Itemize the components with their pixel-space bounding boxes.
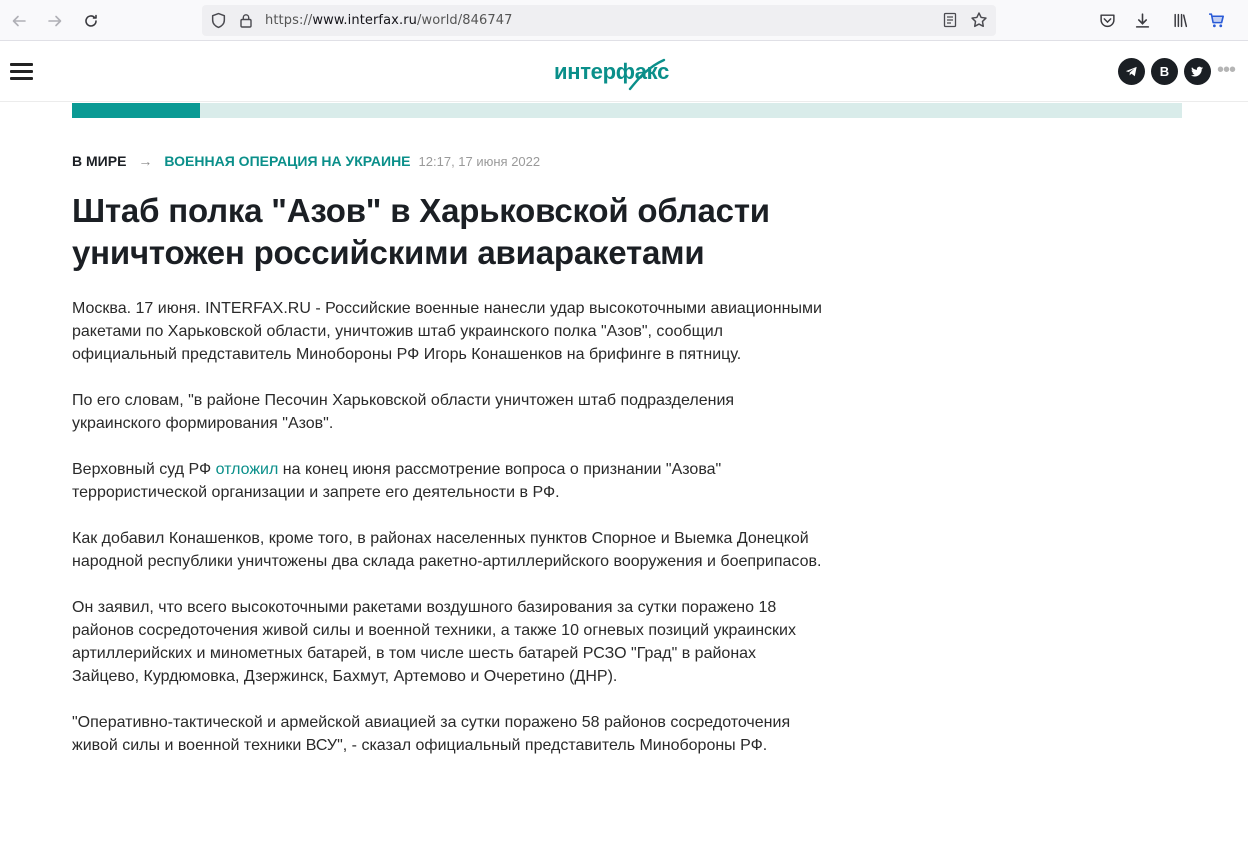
- reader-view-icon[interactable]: [942, 12, 958, 28]
- reading-progress-fill: [72, 103, 200, 118]
- bookmark-star-icon[interactable]: [970, 11, 988, 29]
- downloads-button[interactable]: [1132, 10, 1152, 30]
- site-logo[interactable]: интерфакс: [554, 55, 669, 91]
- more-icon[interactable]: •••: [1217, 60, 1236, 80]
- breadcrumb-section[interactable]: В МИРЕ: [72, 153, 126, 169]
- article-paragraph-5: Он заявил, что всего высокоточными ракет…: [72, 599, 796, 685]
- breadcrumb-topic[interactable]: ВОЕННАЯ ОПЕРАЦИЯ НА УКРАИНЕ: [164, 153, 410, 169]
- article-body: Москва. 17 июня. INTERFAX.RU - Российски…: [72, 297, 822, 780]
- address-bar[interactable]: https://www.interfax.ru/world/846747: [202, 5, 996, 36]
- library-button[interactable]: [1170, 10, 1190, 30]
- arrow-right-icon: [48, 15, 62, 27]
- breadcrumb-arrow-icon: →: [138, 153, 153, 169]
- cart-icon: [1208, 12, 1224, 27]
- pocket-icon: [1099, 13, 1115, 27]
- article-paragraph-1: Москва. 17 июня. INTERFAX.RU - Российски…: [72, 300, 822, 363]
- forward-button[interactable]: [42, 8, 68, 34]
- hamburger-line: [10, 77, 33, 80]
- download-icon: [1135, 12, 1149, 28]
- headline-line-2: уничтожен российскими авиаракетами: [72, 234, 705, 271]
- site-header: интерфакс В •••: [0, 41, 1248, 102]
- url-path: /world/846747: [417, 13, 513, 28]
- twitter-icon: [1190, 66, 1204, 77]
- vk-button[interactable]: В: [1151, 58, 1178, 85]
- cart-extension-button[interactable]: [1206, 10, 1226, 30]
- reading-progress-bar: [72, 103, 1182, 118]
- hamburger-icon: [10, 63, 33, 66]
- headline-line-1: Штаб полка "Азов" в Харьковской области: [72, 192, 770, 229]
- reload-icon: [85, 14, 97, 27]
- article-headline: Штаб полка "Азов" в Харьковской области …: [72, 190, 852, 274]
- vk-icon: В: [1159, 64, 1170, 79]
- browser-toolbar: https://www.interfax.ru/world/846747: [0, 0, 1248, 41]
- menu-button[interactable]: [10, 63, 33, 81]
- breadcrumb: В МИРЕ → ВОЕННАЯ ОПЕРАЦИЯ НА УКРАИНЕ 12:…: [72, 153, 540, 171]
- hamburger-line: [10, 70, 33, 73]
- telegram-icon: [1125, 66, 1137, 77]
- reload-button[interactable]: [78, 8, 104, 34]
- telegram-button[interactable]: [1118, 58, 1145, 85]
- article-paragraph-6: "Оперативно-тактической и армейской авиа…: [72, 714, 791, 754]
- pocket-button[interactable]: [1097, 10, 1117, 30]
- url-host: www.interfax.ru: [312, 13, 417, 28]
- article-paragraph-3: Верховный суд РФ отложил на конец июня р…: [72, 458, 822, 504]
- article-paragraph-2: По его словам, "в районе Песочин Харьков…: [72, 392, 735, 432]
- back-button[interactable]: [6, 8, 32, 34]
- twitter-button[interactable]: [1184, 58, 1211, 85]
- paragraph-3-text-start: Верховный суд РФ: [72, 461, 216, 478]
- url-scheme: https://: [265, 13, 313, 28]
- url-text: https://www.interfax.ru/world/846747: [265, 13, 512, 28]
- postponed-link[interactable]: отложил: [216, 461, 279, 478]
- logo-swoosh-icon: [628, 58, 666, 91]
- arrow-left-icon: [12, 15, 26, 27]
- article-paragraph-4: Как добавил Конашенков, кроме того, в ра…: [72, 530, 822, 570]
- library-icon: [1173, 13, 1187, 27]
- tracking-shield-icon[interactable]: [210, 12, 227, 29]
- article-timestamp: 12:17, 17 июня 2022: [418, 154, 541, 169]
- lock-icon[interactable]: [238, 12, 254, 29]
